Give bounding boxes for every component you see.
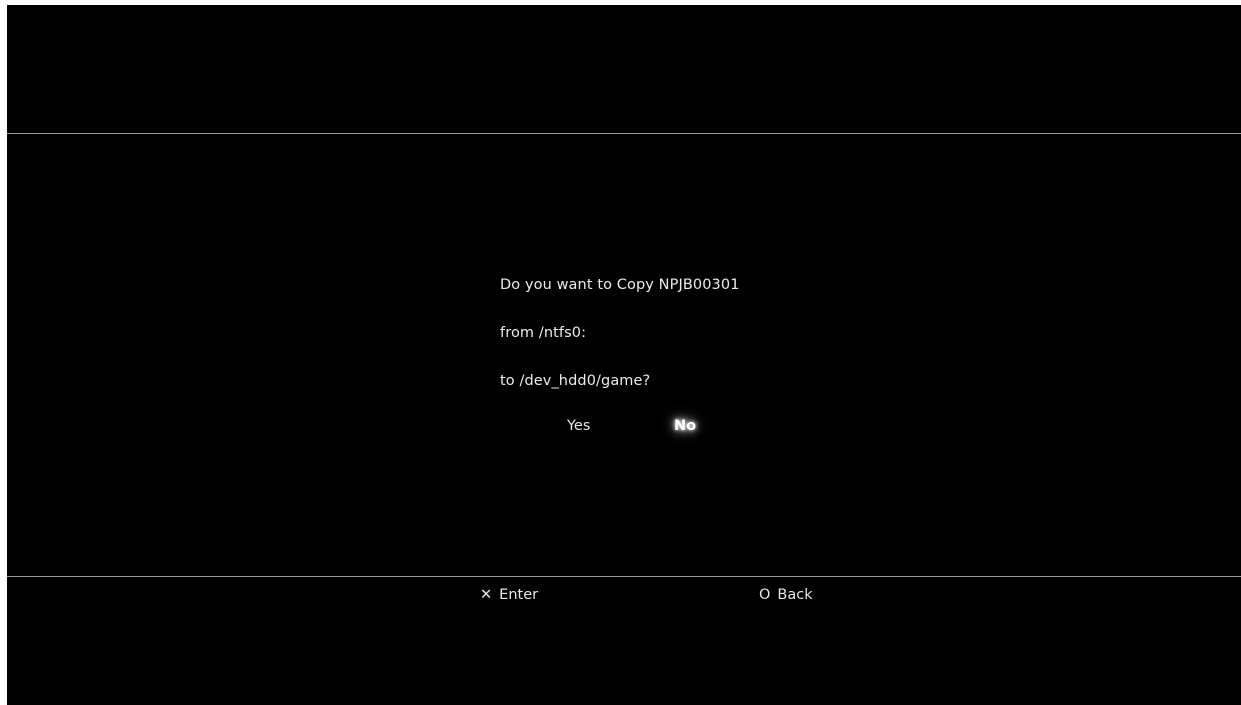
enter-label: Enter bbox=[499, 587, 539, 603]
back-hint[interactable]: O Back bbox=[759, 585, 813, 605]
bottom-divider bbox=[7, 576, 1241, 577]
enter-hint[interactable]: ✕ Enter bbox=[480, 585, 538, 605]
screen: Do you want to Copy NPJB00301 from /ntfs… bbox=[7, 5, 1241, 705]
dialog-question-line: Do you want to Copy NPJB00301 bbox=[500, 277, 740, 293]
yes-option[interactable]: Yes bbox=[567, 416, 590, 436]
top-divider bbox=[7, 133, 1241, 134]
cross-icon: ✕ bbox=[480, 587, 493, 603]
dialog-destination-line: to /dev_hdd0/game? bbox=[500, 373, 651, 389]
back-label: Back bbox=[777, 587, 813, 603]
no-option-selected[interactable]: No bbox=[674, 416, 696, 436]
circle-icon: O bbox=[759, 587, 771, 603]
dialog-source-line: from /ntfs0: bbox=[500, 325, 587, 341]
